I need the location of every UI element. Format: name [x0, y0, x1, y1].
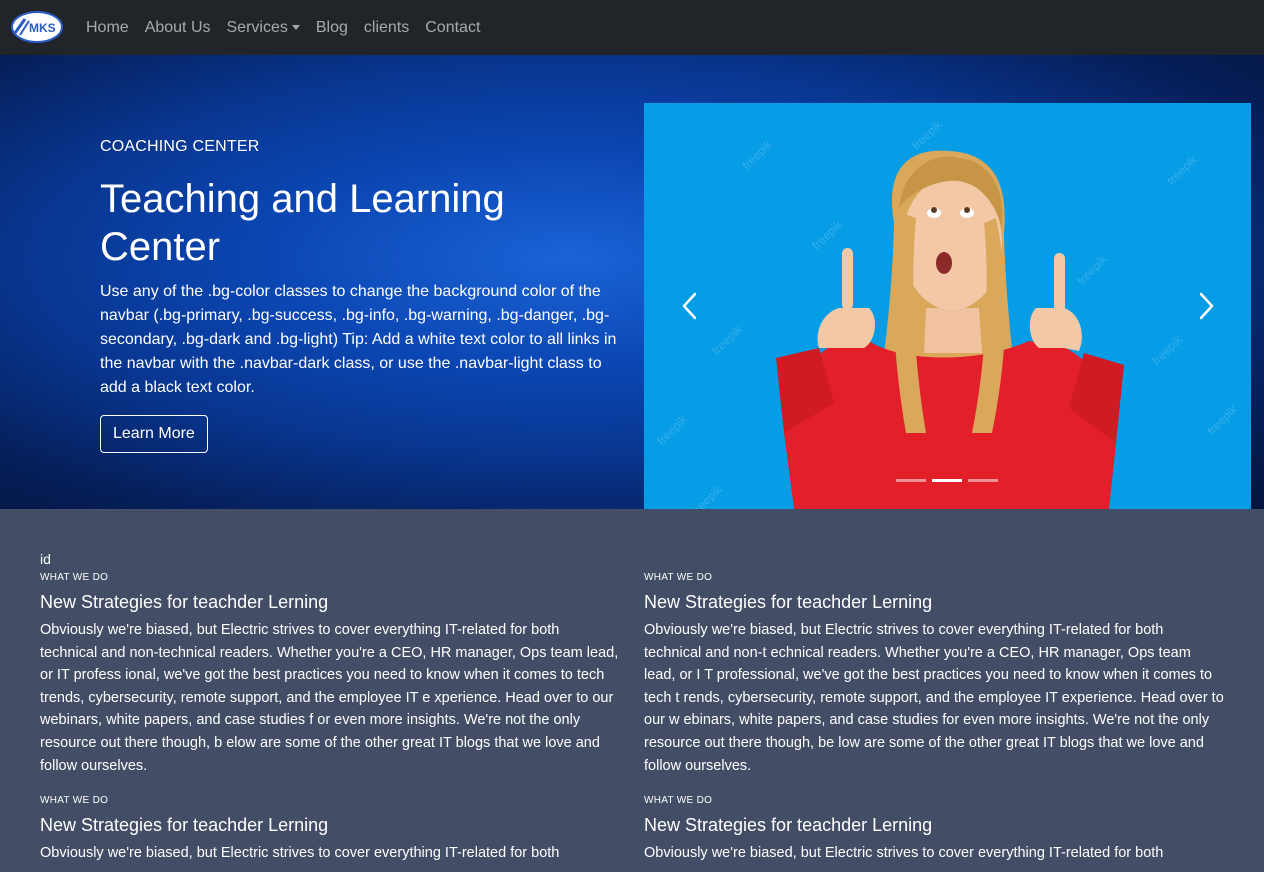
nav-services-label: Services — [226, 18, 288, 36]
hero-section: COACHING CENTER Teaching and Learning Ce… — [0, 55, 1264, 509]
carousel-indicators — [896, 479, 998, 482]
card-title: New Strategies for teachder Lerning — [644, 815, 933, 835]
card-title: New Strategies for teachder Lerning — [40, 815, 329, 835]
brand-logo-icon: MKS — [11, 11, 63, 43]
feature-card: WHAT WE DO New Strategies for teachder L… — [40, 572, 620, 777]
nav-links: Home About Us Services Blog clients Cont… — [86, 0, 496, 55]
card-body: Obviously we're biased, but Electric str… — [40, 845, 560, 861]
card-title: New Strategies for teachder Lerning — [644, 592, 933, 612]
feature-card: WHAT WE DO New Strategies for teachder L… — [644, 572, 1224, 777]
chevron-down-icon — [291, 25, 300, 30]
section-id-label: id — [40, 551, 51, 567]
hero-eyebrow: COACHING CENTER — [100, 138, 260, 155]
nav-blog[interactable]: Blog — [316, 19, 348, 37]
nav-clients[interactable]: clients — [364, 19, 409, 37]
navbar: MKS Home About Us Services Blog clients … — [0, 0, 1264, 55]
card-body: Obviously we're biased, but Electric str… — [644, 845, 1164, 861]
card-body: Obviously we're biased, but Electric str… — [644, 622, 1224, 774]
nav-services-dropdown[interactable]: Services — [227, 19, 300, 37]
nav-contact[interactable]: Contact — [425, 19, 480, 37]
carousel-prev-icon[interactable] — [678, 291, 702, 321]
nav-about-us[interactable]: About Us — [145, 19, 211, 37]
card-kicker: WHAT WE DO — [40, 572, 109, 583]
feature-card: WHAT WE DO New Strategies for teachder L… — [40, 795, 620, 865]
nav-home[interactable]: Home — [86, 19, 129, 37]
carousel-indicator[interactable] — [968, 479, 998, 482]
carousel-indicator[interactable] — [896, 479, 926, 482]
card-kicker: WHAT WE DO — [40, 795, 109, 806]
brand-text: MKS — [29, 21, 56, 35]
hero-title: Teaching and Learning Center — [100, 177, 505, 269]
slide-image — [776, 150, 1124, 509]
carousel-indicator-active[interactable] — [932, 479, 962, 482]
card-kicker: WHAT WE DO — [644, 572, 713, 583]
feature-card: WHAT WE DO New Strategies for teachder L… — [644, 795, 1224, 865]
card-body: Obviously we're biased, but Electric str… — [40, 622, 619, 774]
hero-description: Use any of the .bg-color classes to chan… — [100, 283, 617, 396]
card-title: New Strategies for teachder Lerning — [40, 592, 329, 612]
image-carousel: freepik freepik freepik freepik freepik … — [644, 103, 1251, 509]
card-kicker: WHAT WE DO — [644, 795, 713, 806]
carousel-next-icon[interactable] — [1194, 291, 1218, 321]
brand-logo[interactable]: MKS — [11, 11, 63, 43]
learn-more-button[interactable]: Learn More — [100, 415, 208, 453]
